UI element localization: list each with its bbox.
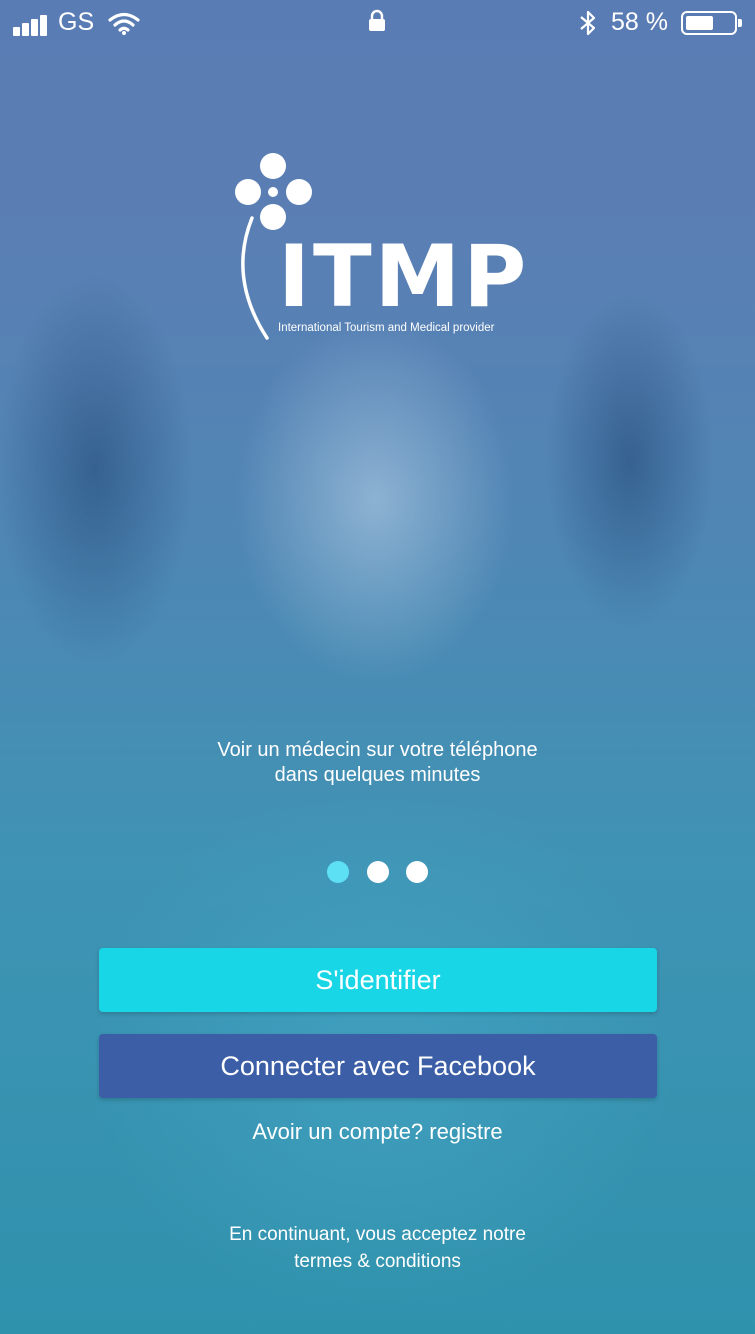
battery-icon [681, 11, 742, 35]
login-button[interactable]: S'identifier [99, 948, 657, 1012]
carousel-pagination [0, 861, 755, 887]
signal-icon [13, 14, 51, 36]
logo-tagline: International Tourism and Medical provid… [278, 322, 495, 334]
carousel-dot-3[interactable] [405, 861, 428, 883]
terms-line-1: En continuant, vous acceptez notre [229, 1224, 526, 1245]
intro-line-2: dans quelques minutes [274, 764, 481, 786]
carousel-dot-1[interactable] [327, 861, 350, 883]
wifi-icon [108, 12, 140, 35]
register-container: Avoir un compte? registre [0, 1119, 755, 1145]
carrier-name: GS [58, 8, 95, 36]
register-link[interactable]: Avoir un compte? registre [252, 1119, 502, 1144]
terms-notice: En continuant, vous acceptez notre terme… [0, 1221, 755, 1275]
intro-line-1: Voir un médecin sur votre téléphone [217, 739, 538, 761]
itmp-logo: ITMP International Tourism and Medical p… [230, 148, 530, 343]
battery-nub [738, 19, 742, 27]
battery-fill [686, 16, 713, 30]
battery-percent: 58 % [611, 8, 668, 36]
logo-wordmark: ITMP [278, 227, 530, 327]
status-bar: GS 58 % [0, 0, 755, 48]
facebook-login-button[interactable]: Connecter avec Facebook [99, 1034, 657, 1098]
carousel-dot-2[interactable] [366, 861, 389, 883]
login-screen: GS 58 % ITMP International Tourism and M… [0, 0, 755, 1334]
terms-link[interactable]: termes & conditions [0, 1248, 755, 1275]
lock-icon [369, 9, 385, 31]
bluetooth-icon [580, 10, 596, 36]
intro-text: Voir un médecin sur votre téléphone dans… [0, 738, 755, 788]
